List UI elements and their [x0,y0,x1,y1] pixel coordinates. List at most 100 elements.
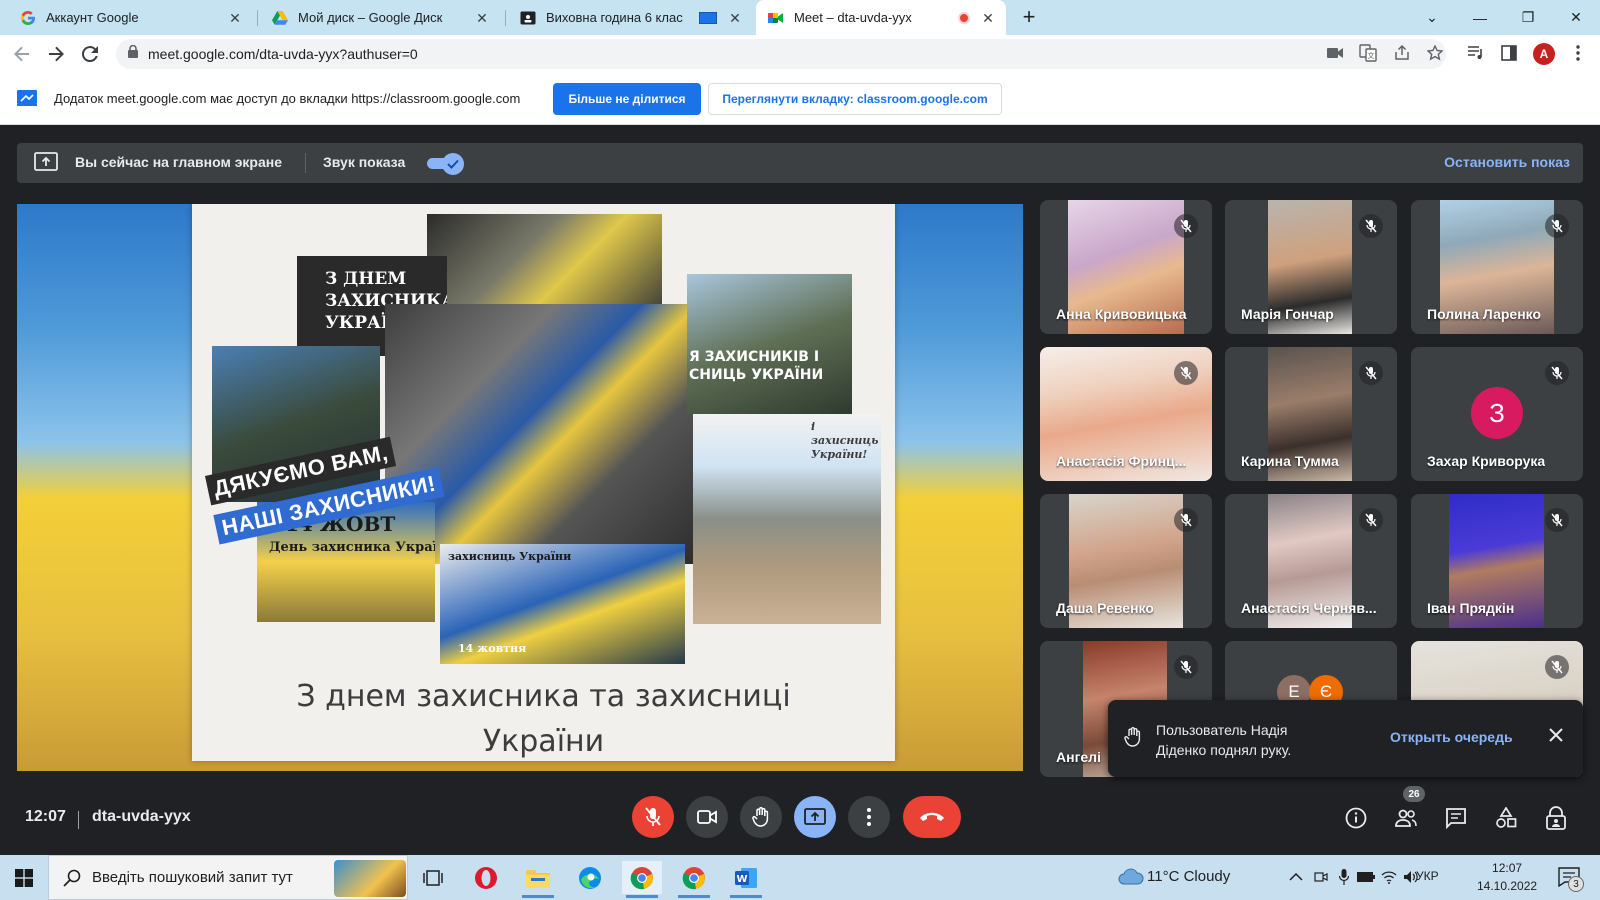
participant-tile[interactable]: Анастасія Фринц... [1040,347,1212,481]
shared-screen: З ДНЕМ ЗАХИСНИКА УКРАЇ 20 Я ЗАХИСНИКІВ І… [17,204,1023,771]
wifi-icon[interactable] [1380,868,1398,886]
url-text: meet.google.com/dta-uvda-yyx?authuser=0 [148,46,418,62]
meet-icon [768,10,784,26]
share-icon[interactable] [1391,42,1413,64]
message-line: Пользователь Надія [1156,722,1288,738]
leave-call-button[interactable] [903,796,961,838]
forward-icon[interactable] [44,42,68,66]
close-icon[interactable] [1549,728,1563,747]
collage-text: Я ЗАХИСНИКІВ І СНИЦЬ УКРАЇНИ [689,349,824,383]
message-line: Діденко поднял руку. [1156,742,1292,758]
system-clock[interactable]: 12:07 14.10.2022 [1477,859,1537,895]
tab-google-account[interactable]: Аккаунт Google ✕ [8,0,253,35]
maximize-button[interactable]: ❐ [1505,0,1551,35]
participant-tile[interactable]: Даша Ревенко [1040,494,1212,628]
caption-line: України [482,724,605,759]
share-audio-toggle[interactable] [425,153,465,175]
mic-off-icon [1174,361,1198,385]
close-icon[interactable]: ✕ [980,10,996,26]
new-tab-button[interactable]: + [1016,4,1042,30]
presentation-bar: Вы сейчас на главном экране Звук показа … [17,143,1583,183]
edge-app[interactable] [570,861,610,894]
raise-hand-button[interactable] [740,796,782,838]
task-view-icon [423,869,443,886]
close-icon[interactable]: ✕ [727,10,743,26]
participant-tile[interactable]: Іван Прядкін [1411,494,1583,628]
participant-tile[interactable]: З Захар Криворука [1411,347,1583,481]
close-icon[interactable]: ✕ [474,10,490,26]
people-button[interactable] [1391,803,1421,833]
close-icon[interactable]: ✕ [227,10,243,26]
opera-app[interactable] [466,861,506,894]
file-explorer-app[interactable] [518,861,558,898]
microphone-toggle-button[interactable] [632,796,674,838]
people-icon [1395,809,1417,827]
more-options-button[interactable] [848,796,890,838]
close-window-button[interactable]: ✕ [1553,0,1599,35]
browser-tab-strip: Аккаунт Google ✕ Мой диск – Google Диск … [0,0,1600,35]
participant-tile[interactable]: Анна Кривовицька [1040,200,1212,334]
tab-title: Аккаунт Google [46,10,139,25]
chrome-app-active[interactable] [622,861,662,898]
weather-text[interactable]: 11°C Cloudy [1147,868,1230,885]
participant-tile[interactable]: Марія Гончар [1225,200,1397,334]
participant-tile[interactable]: Карина Тумма [1225,347,1397,481]
activities-button[interactable] [1491,803,1521,833]
minimize-button[interactable]: — [1457,0,1503,35]
view-tab-button[interactable]: Переглянути вкладку: classroom.google.co… [708,83,1002,115]
open-queue-link[interactable]: Открыть очередь [1390,729,1513,745]
tab-google-drive[interactable]: Мой диск – Google Диск ✕ [260,0,500,35]
search-highlight-image [334,860,406,897]
translate-icon[interactable]: 文 [1357,42,1379,64]
more-vertical-icon [867,808,871,826]
bookmark-star-icon[interactable] [1424,42,1446,64]
input-language[interactable]: УКР [1416,869,1439,883]
camera-in-use-icon[interactable] [1324,42,1346,64]
battery-icon[interactable] [1357,868,1375,886]
profile-avatar[interactable]: A [1533,43,1555,65]
search-icon [63,869,81,892]
microphone-icon[interactable] [1335,868,1353,886]
reload-icon[interactable] [78,42,102,66]
recording-dot-icon [958,11,970,24]
stop-sharing-button[interactable]: Більше не ділитися [553,83,701,115]
windows-start-button[interactable] [4,861,44,894]
more-vertical-icon[interactable] [1567,42,1589,64]
address-bar[interactable]: meet.google.com/dta-uvda-yyx?authuser=0 [116,39,1446,69]
tab-classroom[interactable]: Виховна година 6 клас ✕ [508,0,753,35]
participant-tile[interactable]: Анастасія Черняв... [1225,494,1397,628]
tab-search-icon[interactable]: ⌄ [1409,0,1455,35]
stop-presenting-link[interactable]: Остановить показ [1444,154,1570,170]
media-control-icon[interactable] [1465,42,1487,64]
notification-count: 3 [1568,876,1584,892]
side-panel-icon[interactable] [1498,42,1520,64]
chrome-app[interactable] [674,861,714,898]
notification-center-button[interactable]: 3 [1558,867,1584,892]
mic-off-icon [1174,214,1198,238]
task-view-button[interactable] [413,861,453,894]
host-controls-button[interactable] [1541,803,1571,833]
clock-date: 14.10.2022 [1477,879,1538,893]
divider [305,153,306,173]
word-app[interactable]: W [726,861,766,898]
taskbar-search-box[interactable]: Введіть пошуковий запит тут [48,855,408,900]
tab-title: Meet – dta-uvda-yyx [794,10,912,25]
svg-text:文: 文 [1368,51,1375,60]
back-icon[interactable] [10,42,34,66]
screen-share-indicator-icon [699,11,717,24]
tab-meet[interactable]: Meet – dta-uvda-yyx ✕ [756,0,1006,35]
tab-title: Виховна година 6 клас [546,10,683,25]
chat-button[interactable] [1441,803,1471,833]
meeting-details-button[interactable] [1341,803,1371,833]
info-icon [1345,807,1367,829]
camera-toggle-button[interactable] [686,796,728,838]
participant-tile[interactable]: Полина Ларенко [1411,200,1583,334]
meet-tray-icon[interactable] [1312,868,1330,886]
participant-name: Даша Ревенко [1056,600,1154,616]
participant-name: Марія Гончар [1241,306,1334,322]
present-now-button[interactable] [794,796,836,838]
raised-hand-notification: Пользователь Надія Діденко поднял руку. … [1108,700,1583,777]
google-drive-icon [272,10,288,26]
chevron-up-icon[interactable] [1287,868,1305,886]
lock-icon[interactable] [128,44,138,63]
